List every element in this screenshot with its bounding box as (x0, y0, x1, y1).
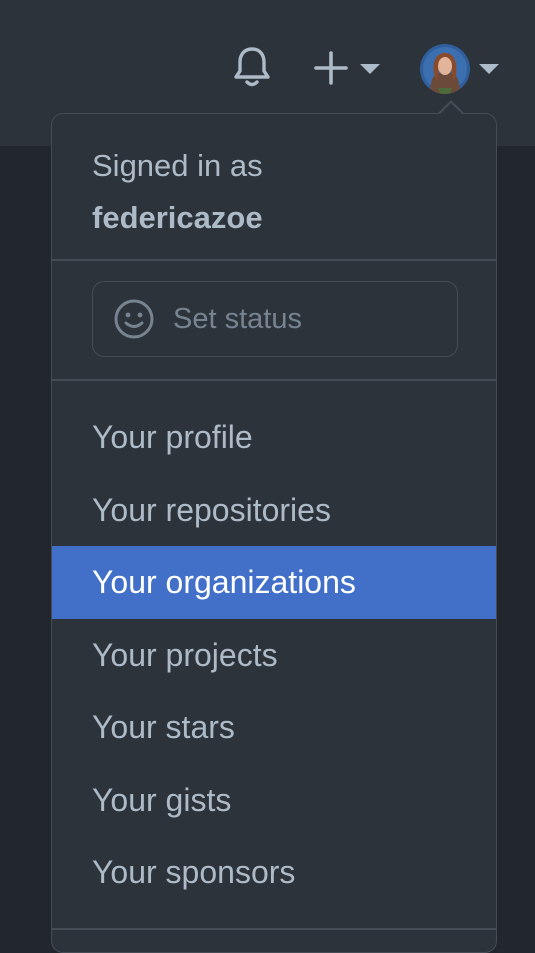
menu-item-your-sponsors[interactable]: Your sponsors (52, 836, 496, 909)
divider (52, 379, 496, 381)
dropdown-pointer-fill (439, 103, 463, 115)
menu-item-your-repositories[interactable]: Your repositories (52, 474, 496, 547)
user-dropdown-menu: Signed in as federicazoe Set status Your… (51, 113, 497, 953)
signed-in-label: Signed in as (92, 148, 263, 183)
username: federicazoe (92, 200, 263, 235)
notifications-button[interactable] (230, 44, 274, 90)
divider (52, 928, 496, 930)
chevron-down-icon (479, 64, 499, 74)
plus-icon (314, 51, 380, 85)
menu-item-your-stars[interactable]: Your stars (52, 691, 496, 764)
menu-item-your-profile[interactable]: Your profile (52, 401, 496, 474)
user-menu-button[interactable] (416, 40, 506, 98)
signed-in-info: Signed in as federicazoe (92, 140, 263, 244)
set-status-button[interactable]: Set status (92, 281, 458, 357)
chevron-down-icon (360, 64, 380, 74)
smiley-icon (113, 298, 155, 340)
menu-item-your-projects[interactable]: Your projects (52, 619, 496, 692)
divider (52, 259, 496, 261)
bell-icon (234, 47, 270, 87)
avatar (420, 44, 470, 94)
menu-item-your-gists[interactable]: Your gists (52, 764, 496, 837)
account-menu-list: Your profile Your repositories Your orga… (52, 401, 496, 909)
create-new-button[interactable] (312, 46, 384, 90)
menu-item-your-organizations[interactable]: Your organizations (52, 546, 496, 619)
set-status-label: Set status (173, 302, 302, 335)
